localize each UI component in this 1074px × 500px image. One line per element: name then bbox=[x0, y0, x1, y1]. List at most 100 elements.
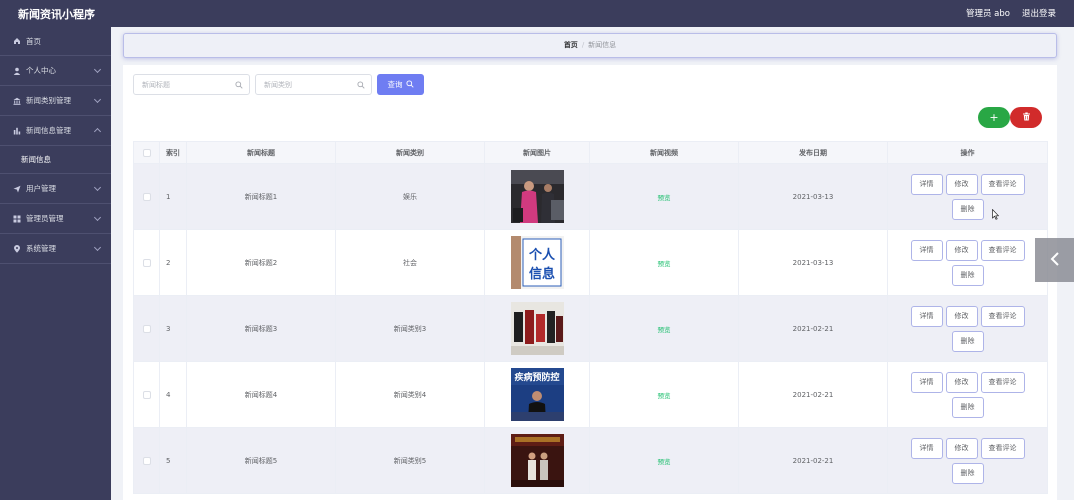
sidebar-item-news-category[interactable]: 新闻类别管理 bbox=[0, 86, 111, 116]
row-checkbox[interactable] bbox=[142, 258, 151, 267]
detail-button[interactable]: 详情 bbox=[910, 173, 943, 195]
breadcrumb: 首页 / 新闻信息 bbox=[123, 33, 1057, 58]
sidebar-item-label: 首页 bbox=[26, 36, 41, 46]
video-preview-link[interactable]: 预览 bbox=[658, 194, 671, 202]
row-date: 2021-02-21 bbox=[738, 427, 888, 494]
row-category: 新闻类别5 bbox=[335, 427, 485, 494]
news-image-thumbnail[interactable] bbox=[510, 434, 564, 487]
mouse-cursor-icon bbox=[992, 208, 1000, 220]
query-button[interactable]: 查询 bbox=[377, 74, 424, 95]
edit-button[interactable]: 修改 bbox=[945, 239, 978, 261]
header-image: 新闻图片 bbox=[484, 141, 590, 164]
row-title: 新闻标题3 bbox=[186, 295, 336, 362]
news-table: 索引 新闻标题 新闻类别 新闻图片 新闻视频 发布日期 操作 1 新闻标题1 娱… bbox=[133, 141, 1048, 494]
row-title: 新闻标题4 bbox=[186, 361, 336, 428]
detail-button[interactable]: 详情 bbox=[910, 239, 943, 261]
row-ops-cell: 详情 修改 查看评论 删除 bbox=[887, 295, 1048, 362]
row-ops-cell: 详情 修改 查看评论 删除 bbox=[887, 163, 1048, 230]
location-icon bbox=[13, 244, 21, 253]
news-image-thumbnail[interactable]: 疾病预防控 bbox=[510, 368, 564, 421]
row-checkbox-cell bbox=[133, 163, 160, 230]
row-video-cell: 预览 bbox=[589, 361, 739, 428]
select-all-checkbox[interactable] bbox=[142, 148, 151, 157]
collapse-side-tab[interactable] bbox=[1035, 238, 1074, 282]
row-checkbox-cell bbox=[133, 295, 160, 362]
video-preview-link[interactable]: 预览 bbox=[658, 458, 671, 466]
sidebar-item-home[interactable]: 首页 bbox=[0, 27, 111, 56]
news-image-thumbnail[interactable]: 个人 信息 bbox=[510, 236, 564, 289]
sidebar-item-profile[interactable]: 个人中心 bbox=[0, 56, 111, 86]
add-button[interactable]: + bbox=[978, 107, 1010, 128]
user-icon bbox=[13, 67, 21, 75]
breadcrumb-current: 新闻信息 bbox=[588, 41, 617, 49]
delete-button[interactable]: 删除 bbox=[951, 396, 984, 418]
category-search-box bbox=[255, 74, 372, 95]
table-row: 5 新闻标题5 新闻类别5 预览 2021-02-21 详情 修改 查看评论 删… bbox=[133, 427, 1048, 494]
edit-button[interactable]: 修改 bbox=[945, 371, 978, 393]
select-all-checkbox-cell bbox=[133, 141, 160, 164]
sidebar-item-system[interactable]: 系统管理 bbox=[0, 234, 111, 264]
table-header-row: 索引 新闻标题 新闻类别 新闻图片 新闻视频 发布日期 操作 bbox=[133, 141, 1048, 164]
edit-button[interactable]: 修改 bbox=[945, 173, 978, 195]
sidebar-subitem-news-info[interactable]: 新闻信息 bbox=[0, 146, 111, 174]
video-preview-link[interactable]: 预览 bbox=[658, 392, 671, 400]
row-checkbox[interactable] bbox=[142, 390, 151, 399]
view-comments-button[interactable]: 查看评论 bbox=[980, 173, 1025, 195]
delete-button[interactable]: 删除 bbox=[951, 330, 984, 352]
row-checkbox[interactable] bbox=[142, 192, 151, 201]
delete-button[interactable]: 删除 bbox=[951, 198, 984, 220]
row-date: 2021-02-21 bbox=[738, 295, 888, 362]
row-index: 3 bbox=[159, 295, 187, 362]
view-comments-button[interactable]: 查看评论 bbox=[980, 437, 1025, 459]
batch-delete-button[interactable] bbox=[1010, 107, 1042, 128]
view-comments-button[interactable]: 查看评论 bbox=[980, 239, 1025, 261]
breadcrumb-separator: / bbox=[581, 41, 585, 49]
table-row: 3 新闻标题3 新闻类别3 预览 2021-02-21 详情 修改 查看评论 删… bbox=[133, 295, 1048, 362]
row-image-cell: 个人 信息 bbox=[484, 229, 590, 296]
query-button-label: 查询 bbox=[387, 80, 403, 89]
row-checkbox-cell bbox=[133, 361, 160, 428]
video-preview-link[interactable]: 预览 bbox=[658, 326, 671, 334]
plus-icon: + bbox=[989, 111, 999, 124]
detail-button[interactable]: 详情 bbox=[910, 371, 943, 393]
row-category: 娱乐 bbox=[335, 163, 485, 230]
category-search-input[interactable] bbox=[256, 75, 371, 94]
delete-button[interactable]: 删除 bbox=[951, 462, 984, 484]
sidebar-item-news-info[interactable]: 新闻信息管理 bbox=[0, 116, 111, 146]
header-title: 新闻标题 bbox=[186, 141, 336, 164]
detail-button[interactable]: 详情 bbox=[910, 437, 943, 459]
trash-icon bbox=[1022, 112, 1031, 123]
content-panel: 查询 + 索引 新闻标题 新闻类别 新闻图片 bbox=[123, 65, 1057, 500]
grid-icon bbox=[13, 215, 21, 223]
row-video-cell: 预览 bbox=[589, 295, 739, 362]
sidebar-item-admins[interactable]: 管理员管理 bbox=[0, 204, 111, 234]
row-checkbox-cell bbox=[133, 427, 160, 494]
edit-button[interactable]: 修改 bbox=[945, 305, 978, 327]
breadcrumb-home[interactable]: 首页 bbox=[564, 41, 578, 49]
top-right-area: 管理员 abo 退出登录 bbox=[966, 7, 1056, 19]
chevron-down-icon bbox=[93, 65, 102, 74]
row-video-cell: 预览 bbox=[589, 427, 739, 494]
edit-button[interactable]: 修改 bbox=[945, 437, 978, 459]
title-search-input[interactable] bbox=[134, 75, 249, 94]
row-checkbox[interactable] bbox=[142, 456, 151, 465]
logout-button[interactable]: 退出登录 bbox=[1022, 7, 1056, 19]
row-checkbox[interactable] bbox=[142, 324, 151, 333]
sidebar-item-users[interactable]: 用户管理 bbox=[0, 174, 111, 204]
video-preview-link[interactable]: 预览 bbox=[658, 260, 671, 268]
header-ops: 操作 bbox=[887, 141, 1048, 164]
view-comments-button[interactable]: 查看评论 bbox=[980, 305, 1025, 327]
view-comments-button[interactable]: 查看评论 bbox=[980, 371, 1025, 393]
row-video-cell: 预览 bbox=[589, 163, 739, 230]
detail-button[interactable]: 详情 bbox=[910, 305, 943, 327]
delete-button[interactable]: 删除 bbox=[951, 264, 984, 286]
row-index: 5 bbox=[159, 427, 187, 494]
news-image-thumbnail[interactable] bbox=[510, 170, 564, 223]
send-icon bbox=[13, 185, 21, 193]
bank-icon bbox=[13, 97, 21, 105]
table-row: 1 新闻标题1 娱乐 预览 2021-03-13 详情 修改 查看评论 删除 bbox=[133, 163, 1048, 230]
news-image-thumbnail[interactable] bbox=[510, 302, 564, 355]
row-video-cell: 预览 bbox=[589, 229, 739, 296]
row-ops-cell: 详情 修改 查看评论 删除 bbox=[887, 361, 1048, 428]
sidebar-item-label: 新闻类别管理 bbox=[26, 96, 71, 105]
